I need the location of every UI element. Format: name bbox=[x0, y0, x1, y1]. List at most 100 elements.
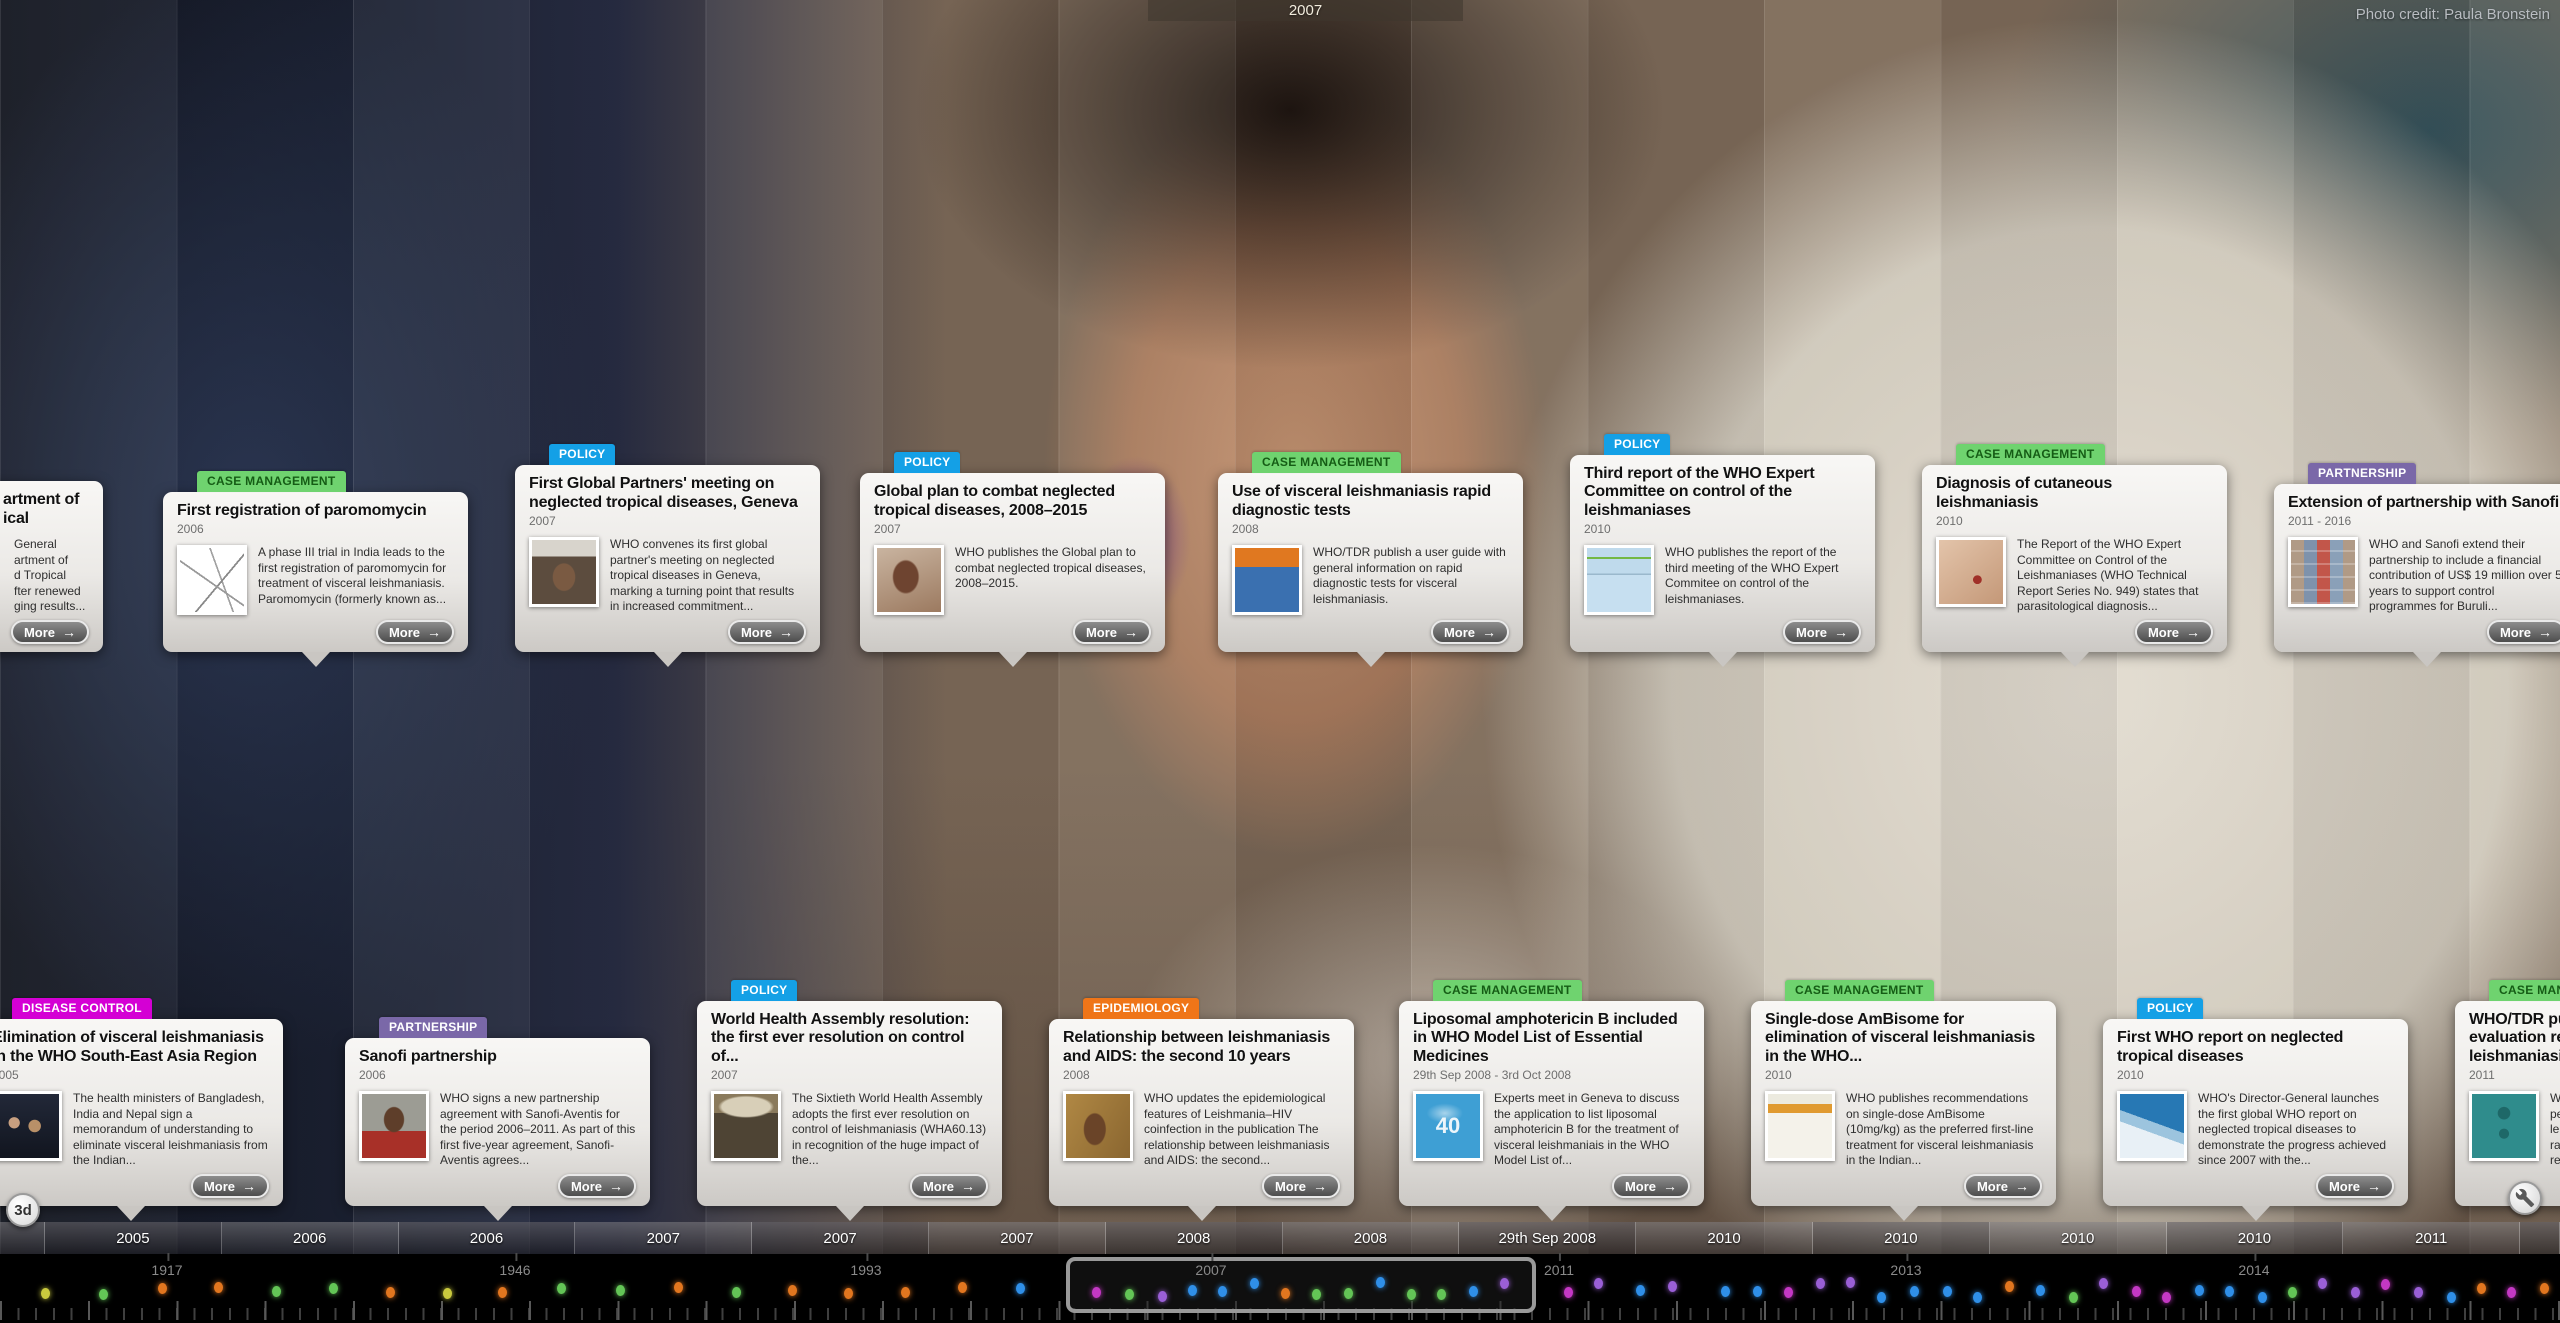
event-title: Relationship between leishmaniasis and A… bbox=[1063, 1029, 1340, 1066]
event-body: WHO/TDR publish a user guide with genera… bbox=[1232, 545, 1509, 615]
event-card[interactable]: artment of icalGeneral artment of d Trop… bbox=[0, 481, 103, 652]
event-card[interactable]: EPIDEMIOLOGYRelationship between leishma… bbox=[1049, 1019, 1354, 1206]
more-button[interactable]: More→ bbox=[910, 1174, 988, 1198]
more-button[interactable]: More→ bbox=[1783, 620, 1861, 644]
category-badge: POLICY bbox=[549, 444, 615, 465]
event-card[interactable]: CASE MANAGEMENTFirst registration of par… bbox=[163, 492, 468, 652]
viewport-selection-box[interactable] bbox=[1066, 1257, 1536, 1313]
speaker-photo-thumbnail bbox=[529, 537, 599, 607]
more-button[interactable]: More→ bbox=[1073, 620, 1151, 644]
event-card[interactable]: CASE MANAGEMENTWHO/TDR publ evaluation r… bbox=[2455, 1001, 2560, 1206]
more-button[interactable]: More→ bbox=[376, 620, 454, 644]
event-dot bbox=[1188, 1285, 1197, 1296]
event-dot bbox=[1125, 1289, 1134, 1300]
event-card[interactable]: DISEASE CONTROLElimination of visceral l… bbox=[0, 1019, 283, 1206]
event-card[interactable]: POLICYFirst WHO report on neglected trop… bbox=[2103, 1019, 2408, 1206]
event-body: WHO and Sanofi extend their partnership … bbox=[2288, 537, 2560, 615]
event-body: General artment of d Tropical fter renew… bbox=[3, 537, 89, 615]
card-tail bbox=[999, 652, 1027, 667]
year-segment-2007[interactable]: 2007 bbox=[752, 1222, 929, 1254]
more-button[interactable]: More→ bbox=[2487, 620, 2560, 644]
more-button-label: More bbox=[1275, 1179, 1306, 1194]
event-dot bbox=[1753, 1286, 1762, 1297]
event-card[interactable]: POLICYWorld Health Assembly resolution: … bbox=[697, 1001, 1002, 1206]
year-segment-2010[interactable]: 2010 bbox=[1813, 1222, 1990, 1254]
arrow-right-icon: → bbox=[2367, 1178, 2381, 1194]
more-button[interactable]: More→ bbox=[1612, 1174, 1690, 1198]
category-badge: POLICY bbox=[894, 452, 960, 473]
year-segment-2008[interactable]: 2008 bbox=[1106, 1222, 1283, 1254]
more-button-label: More bbox=[389, 625, 420, 640]
category-badge: POLICY bbox=[2137, 998, 2203, 1019]
year-segment-2006[interactable]: 2006 bbox=[399, 1222, 576, 1254]
event-description: WHO updates the epidemiological features… bbox=[1144, 1091, 1340, 1169]
event-dot bbox=[99, 1289, 108, 1300]
year-segment-29th-sep-2008[interactable]: 29th Sep 2008 bbox=[1459, 1222, 1636, 1254]
event-description: WHO's Director-General launches the firs… bbox=[2198, 1091, 2394, 1169]
more-button-label: More bbox=[923, 1179, 954, 1194]
more-button-label: More bbox=[204, 1179, 235, 1194]
year-segment-2010[interactable]: 2010 bbox=[1636, 1222, 1813, 1254]
event-title: Sanofi partnership bbox=[359, 1048, 636, 1066]
more-button[interactable]: More→ bbox=[191, 1174, 269, 1198]
event-dot bbox=[2099, 1278, 2108, 1289]
event-dot bbox=[1846, 1277, 1855, 1288]
more-button[interactable]: More→ bbox=[558, 1174, 636, 1198]
more-button[interactable]: More→ bbox=[728, 620, 806, 644]
ruler-year-label: 1917 bbox=[151, 1262, 182, 1278]
more-button[interactable]: More→ bbox=[1964, 1174, 2042, 1198]
event-dot bbox=[2036, 1285, 2045, 1296]
arrow-right-icon: → bbox=[2538, 624, 2552, 640]
event-dot bbox=[1500, 1278, 1509, 1289]
year-segment-2010[interactable]: 2010 bbox=[1990, 1222, 2167, 1254]
event-card[interactable]: CASE MANAGEMENTLiposomal amphotericin B … bbox=[1399, 1001, 1704, 1206]
event-dot bbox=[1312, 1289, 1321, 1300]
event-dot bbox=[1407, 1289, 1416, 1300]
year-segment-2007[interactable]: 2007 bbox=[929, 1222, 1106, 1254]
event-card[interactable]: POLICYFirst Global Partners' meeting on … bbox=[515, 465, 820, 652]
mode-3d-button[interactable]: 3d bbox=[6, 1193, 40, 1227]
event-dot bbox=[844, 1288, 853, 1299]
event-title: Global plan to combat neglected tropical… bbox=[874, 483, 1151, 520]
year-segment-2007[interactable]: 2007 bbox=[575, 1222, 752, 1254]
nav-ruler[interactable]: 1917194619932007201120132014 bbox=[0, 1254, 2560, 1323]
year-band: 2005200620062007200720072008200829th Sep… bbox=[0, 1222, 2560, 1254]
event-description: The Sixtieth World Health Assembly adopt… bbox=[792, 1091, 988, 1169]
year-segment-2008[interactable]: 2008 bbox=[1283, 1222, 1460, 1254]
event-title: Third report of the WHO Expert Committee… bbox=[1584, 465, 1861, 520]
event-card[interactable]: POLICYThird report of the WHO Expert Com… bbox=[1570, 455, 1875, 652]
year-segment-2010[interactable]: 2010 bbox=[2167, 1222, 2344, 1254]
event-dot bbox=[214, 1282, 223, 1293]
more-button[interactable]: More→ bbox=[1431, 620, 1509, 644]
event-body: The Sixtieth World Health Assembly adopt… bbox=[711, 1091, 988, 1169]
event-card[interactable]: CASE MANAGEMENTDiagnosis of cutaneous le… bbox=[1922, 465, 2227, 652]
event-dot bbox=[1564, 1287, 1573, 1298]
more-button[interactable]: More→ bbox=[2316, 1174, 2394, 1198]
more-button[interactable]: More→ bbox=[2135, 620, 2213, 644]
event-dot bbox=[1469, 1286, 1478, 1297]
event-date: 2007 bbox=[711, 1068, 988, 1082]
settings-button[interactable] bbox=[2508, 1181, 2542, 1215]
event-dot bbox=[2195, 1285, 2204, 1296]
event-dot bbox=[2540, 1283, 2549, 1294]
patient-photo-thumbnail bbox=[1063, 1091, 1133, 1161]
event-card[interactable]: PARTNERSHIPExtension of partnership with… bbox=[2274, 484, 2560, 652]
event-body: WHO publishes the report of the third me… bbox=[1584, 545, 1861, 615]
event-card[interactable]: CASE MANAGEMENTUse of visceral leishmani… bbox=[1218, 473, 1523, 652]
card-tail bbox=[1188, 1206, 1216, 1221]
year-segment-2011[interactable]: 2011 bbox=[2343, 1222, 2520, 1254]
year-segment-2006[interactable]: 2006 bbox=[222, 1222, 399, 1254]
eml-40-cover-thumbnail: 40 bbox=[1413, 1091, 1483, 1161]
card-tail bbox=[2413, 652, 2441, 667]
event-dot bbox=[498, 1287, 507, 1298]
more-button-label: More bbox=[1086, 625, 1117, 640]
event-card[interactable]: POLICYGlobal plan to combat neglected tr… bbox=[860, 473, 1165, 652]
assembly-photo-thumbnail bbox=[711, 1091, 781, 1161]
ruler-year-label: 1993 bbox=[850, 1262, 881, 1278]
more-button[interactable]: More→ bbox=[11, 620, 89, 644]
year-segment[interactable] bbox=[2520, 1222, 2560, 1254]
event-card[interactable]: PARTNERSHIPSanofi partnership2006WHO sig… bbox=[345, 1038, 650, 1206]
event-card[interactable]: CASE MANAGEMENTSingle-dose AmBisome for … bbox=[1751, 1001, 2056, 1206]
more-button[interactable]: More→ bbox=[1262, 1174, 1340, 1198]
year-segment-2005[interactable]: 2005 bbox=[45, 1222, 222, 1254]
